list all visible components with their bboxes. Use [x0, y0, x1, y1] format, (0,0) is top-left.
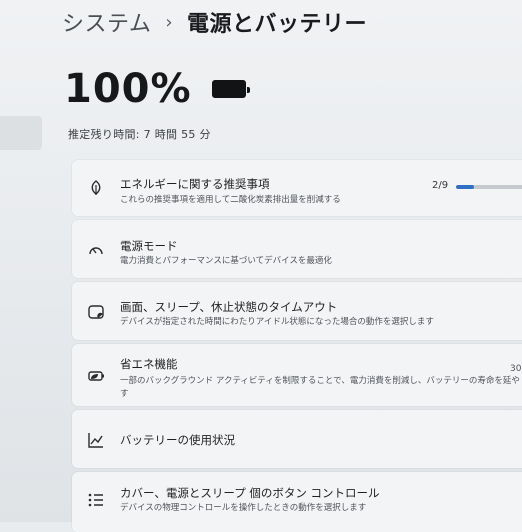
power-mode-icon [86, 240, 106, 260]
screen-sleep-icon [86, 302, 106, 322]
card-description: 一部のバックグラウンド アクティビティを制限することで、電力消費を削減し、バッテ… [120, 376, 520, 386]
card-description: デバイスの物理コントロールを操作したときの動作を選択します [120, 503, 367, 513]
energy-recommendations-card[interactable]: エネルギーに関する推奨事項 これらの推奨事項を適用して二酸化炭素排出量を削減する… [72, 160, 522, 216]
card-description-continued: す [120, 389, 129, 399]
battery-saver-card[interactable]: 省エネ機能 一部のバックグラウンド アクティビティを制限することで、電力消費を削… [72, 344, 522, 406]
settings-window: システム › 電源とバッテリー 100% 推定残り時間: 7 時間 55 分 エ… [0, 0, 522, 532]
battery-percentage: 100% [64, 66, 192, 112]
screen-sleep-timeout-card[interactable]: 画面、スリープ、休止状態のタイムアウト デバイスが指定された時間にわたりアイドル… [72, 282, 522, 340]
battery-saver-icon [86, 366, 106, 386]
button-controls-icon [86, 490, 106, 510]
card-title: バッテリーの使用状況 [120, 433, 235, 447]
breadcrumb-system-link[interactable]: システム [62, 6, 151, 38]
recommendations-progress-label: 2/9 [432, 180, 449, 191]
usage-chart-icon [86, 430, 106, 450]
lid-power-button-controls-card[interactable]: カバー、電源とスリープ 個のボタン コントロール デバイスの物理コントロールを操… [72, 472, 522, 532]
power-mode-card[interactable]: 電源モード 電力消費とパフォーマンスに基づいてデバイスを最適化 [72, 220, 522, 278]
card-description: デバイスが指定された時間にわたりアイドル状態になった場合の動作を選択します [120, 317, 434, 327]
card-description: 電力消費とパフォーマンスに基づいてデバイスを最適化 [120, 256, 332, 266]
battery-summary: 100% [64, 66, 250, 112]
recommendations-progress-bar [456, 185, 522, 189]
battery-usage-card[interactable]: バッテリーの使用状況 [72, 410, 522, 468]
card-title: エネルギーに関する推奨事項 [120, 177, 270, 191]
recommendations-progress-fill [456, 185, 474, 189]
card-title: 電源モード [120, 239, 178, 253]
battery-remaining-time: 推定残り時間: 7 時間 55 分 [68, 128, 211, 141]
card-title: カバー、電源とスリープ 個のボタン コントロール [120, 486, 380, 500]
page-title: 電源とバッテリー [187, 12, 368, 37]
breadcrumb-separator: › [165, 11, 174, 33]
leaf-icon [86, 178, 106, 198]
breadcrumb: システム › 電源とバッテリー [62, 6, 367, 38]
card-title: 省エネ機能 [120, 357, 178, 371]
battery-saver-threshold: 30 [510, 364, 522, 374]
battery-full-icon [211, 80, 250, 98]
card-title: 画面、スリープ、休止状態のタイムアウト [120, 300, 338, 314]
card-description: これらの推奨事項を適用して二酸化炭素排出量を削減する [120, 195, 341, 205]
nav-pane-edge[interactable] [0, 116, 42, 150]
